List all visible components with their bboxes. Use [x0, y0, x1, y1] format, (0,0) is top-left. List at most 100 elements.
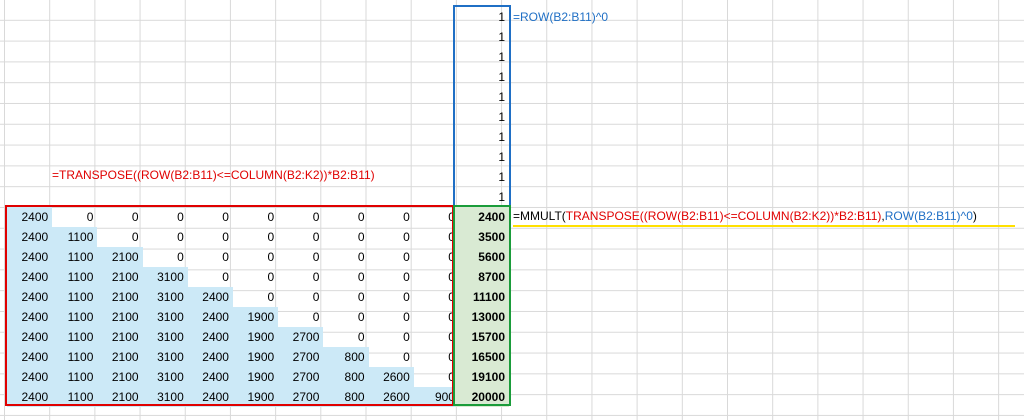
matrix-cell[interactable]: 1900	[233, 387, 279, 407]
matrix-cell[interactable]: 1100	[52, 267, 98, 287]
matrix-cell[interactable]: 0	[278, 207, 323, 227]
matrix-cell[interactable]: 0	[414, 307, 459, 327]
matrix-cell[interactable]: 0	[414, 367, 459, 387]
ones-cell[interactable]: 1	[455, 187, 509, 207]
matrix-cell[interactable]: 2400	[7, 287, 53, 307]
matrix-cell[interactable]: 2100	[97, 307, 143, 327]
matrix-cell[interactable]: 1100	[52, 347, 98, 367]
matrix-cell[interactable]: 2400	[187, 367, 233, 387]
result-cell[interactable]: 13000	[455, 307, 509, 327]
matrix-cell[interactable]: 0	[323, 287, 368, 307]
matrix-cell[interactable]: 800	[323, 367, 369, 387]
result-cell[interactable]: 8700	[455, 267, 509, 287]
ones-cell[interactable]: 1	[455, 27, 509, 47]
matrix-cell[interactable]: 0	[278, 247, 323, 267]
matrix-cell[interactable]: 0	[233, 227, 278, 247]
matrix-cell[interactable]: 1900	[233, 347, 279, 367]
matrix-cell[interactable]: 800	[323, 347, 369, 367]
matrix-cell[interactable]: 2400	[187, 327, 233, 347]
matrix-cell[interactable]: 0	[278, 267, 323, 287]
matrix-cell[interactable]: 0	[414, 327, 459, 347]
matrix-cell[interactable]: 0	[188, 227, 233, 247]
matrix-cell[interactable]: 2700	[278, 327, 324, 347]
matrix-cell[interactable]: 2100	[97, 347, 143, 367]
matrix-cell[interactable]: 0	[414, 287, 459, 307]
ones-cell[interactable]: 1	[455, 47, 509, 67]
ones-cell[interactable]: 1	[455, 147, 509, 167]
matrix-cell[interactable]: 0	[369, 247, 414, 267]
matrix-cell[interactable]: 2100	[97, 267, 143, 287]
result-cell[interactable]: 15700	[455, 327, 509, 347]
matrix-cell[interactable]: 0	[278, 227, 323, 247]
matrix-cell[interactable]: 2100	[97, 287, 143, 307]
matrix-cell[interactable]: 1100	[52, 227, 98, 247]
matrix-cell[interactable]: 2400	[187, 387, 233, 407]
ones-cell[interactable]: 1	[455, 7, 509, 27]
matrix-cell[interactable]: 800	[323, 387, 369, 407]
matrix-cell[interactable]: 2100	[97, 367, 143, 387]
matrix-cell[interactable]: 1100	[52, 307, 98, 327]
ones-cell[interactable]: 1	[455, 67, 509, 87]
matrix-cell[interactable]: 3100	[142, 327, 188, 347]
matrix-cell[interactable]: 0	[369, 207, 414, 227]
matrix-cell[interactable]: 2100	[97, 247, 143, 267]
matrix-cell[interactable]: 0	[188, 207, 233, 227]
matrix-cell[interactable]: 0	[188, 267, 233, 287]
matrix-cell[interactable]: 2400	[7, 267, 53, 287]
matrix-cell[interactable]: 2400	[7, 367, 53, 387]
matrix-cell[interactable]: 0	[323, 307, 368, 327]
matrix-cell[interactable]: 0	[233, 267, 278, 287]
matrix-cell[interactable]: 0	[369, 267, 414, 287]
matrix-cell[interactable]: 0	[323, 247, 368, 267]
ones-cell[interactable]: 1	[455, 87, 509, 107]
matrix-cell[interactable]: 2600	[368, 387, 414, 407]
matrix-cell[interactable]: 2400	[187, 307, 233, 327]
result-cell[interactable]: 20000	[455, 387, 509, 407]
matrix-cell[interactable]: 1100	[52, 367, 98, 387]
matrix-cell[interactable]: 3100	[142, 367, 188, 387]
ones-cell[interactable]: 1	[455, 107, 509, 127]
matrix-cell[interactable]: 0	[143, 207, 188, 227]
result-cell[interactable]: 16500	[455, 347, 509, 367]
matrix-cell[interactable]: 0	[143, 247, 188, 267]
matrix-cell[interactable]: 0	[414, 347, 459, 367]
matrix-cell[interactable]: 0	[233, 247, 278, 267]
matrix-cell[interactable]: 0	[143, 227, 188, 247]
matrix-cell[interactable]: 2400	[7, 327, 53, 347]
matrix-cell[interactable]: 1100	[52, 387, 98, 407]
matrix-cell[interactable]: 2100	[97, 327, 143, 347]
result-cell[interactable]: 11100	[455, 287, 509, 307]
result-cell[interactable]: 3500	[455, 227, 509, 247]
result-cell[interactable]: 19100	[455, 367, 509, 387]
matrix-cell[interactable]: 0	[323, 267, 368, 287]
matrix-cell[interactable]: 0	[188, 247, 233, 267]
matrix-cell[interactable]: 2400	[7, 227, 53, 247]
matrix-cell[interactable]: 2400	[7, 387, 53, 407]
matrix-cell[interactable]: 0	[369, 347, 414, 367]
matrix-cell[interactable]: 3100	[142, 307, 188, 327]
matrix-cell[interactable]: 0	[369, 287, 414, 307]
matrix-cell[interactable]: 0	[323, 207, 368, 227]
matrix-cell[interactable]: 0	[369, 227, 414, 247]
matrix-cell[interactable]: 3100	[142, 287, 188, 307]
matrix-cell[interactable]: 900	[413, 387, 459, 407]
matrix-cell[interactable]: 0	[369, 307, 414, 327]
matrix-cell[interactable]: 2100	[97, 387, 143, 407]
matrix-cell[interactable]: 0	[414, 267, 459, 287]
result-cell[interactable]: 5600	[455, 247, 509, 267]
matrix-cell[interactable]: 2400	[187, 287, 233, 307]
matrix-cell[interactable]: 0	[97, 207, 142, 227]
matrix-cell[interactable]: 3100	[142, 387, 188, 407]
matrix-cell[interactable]: 3100	[142, 267, 188, 287]
matrix-cell[interactable]: 0	[414, 207, 459, 227]
matrix-cell[interactable]: 2600	[368, 367, 414, 387]
matrix-cell[interactable]: 2400	[187, 347, 233, 367]
matrix-cell[interactable]: 0	[414, 247, 459, 267]
matrix-cell[interactable]: 2400	[7, 307, 53, 327]
matrix-cell[interactable]: 2700	[278, 347, 324, 367]
ones-cell[interactable]: 1	[455, 127, 509, 147]
matrix-cell[interactable]: 0	[323, 327, 368, 347]
matrix-cell[interactable]: 1900	[233, 327, 279, 347]
matrix-cell[interactable]: 1900	[233, 367, 279, 387]
matrix-cell[interactable]: 0	[52, 207, 97, 227]
